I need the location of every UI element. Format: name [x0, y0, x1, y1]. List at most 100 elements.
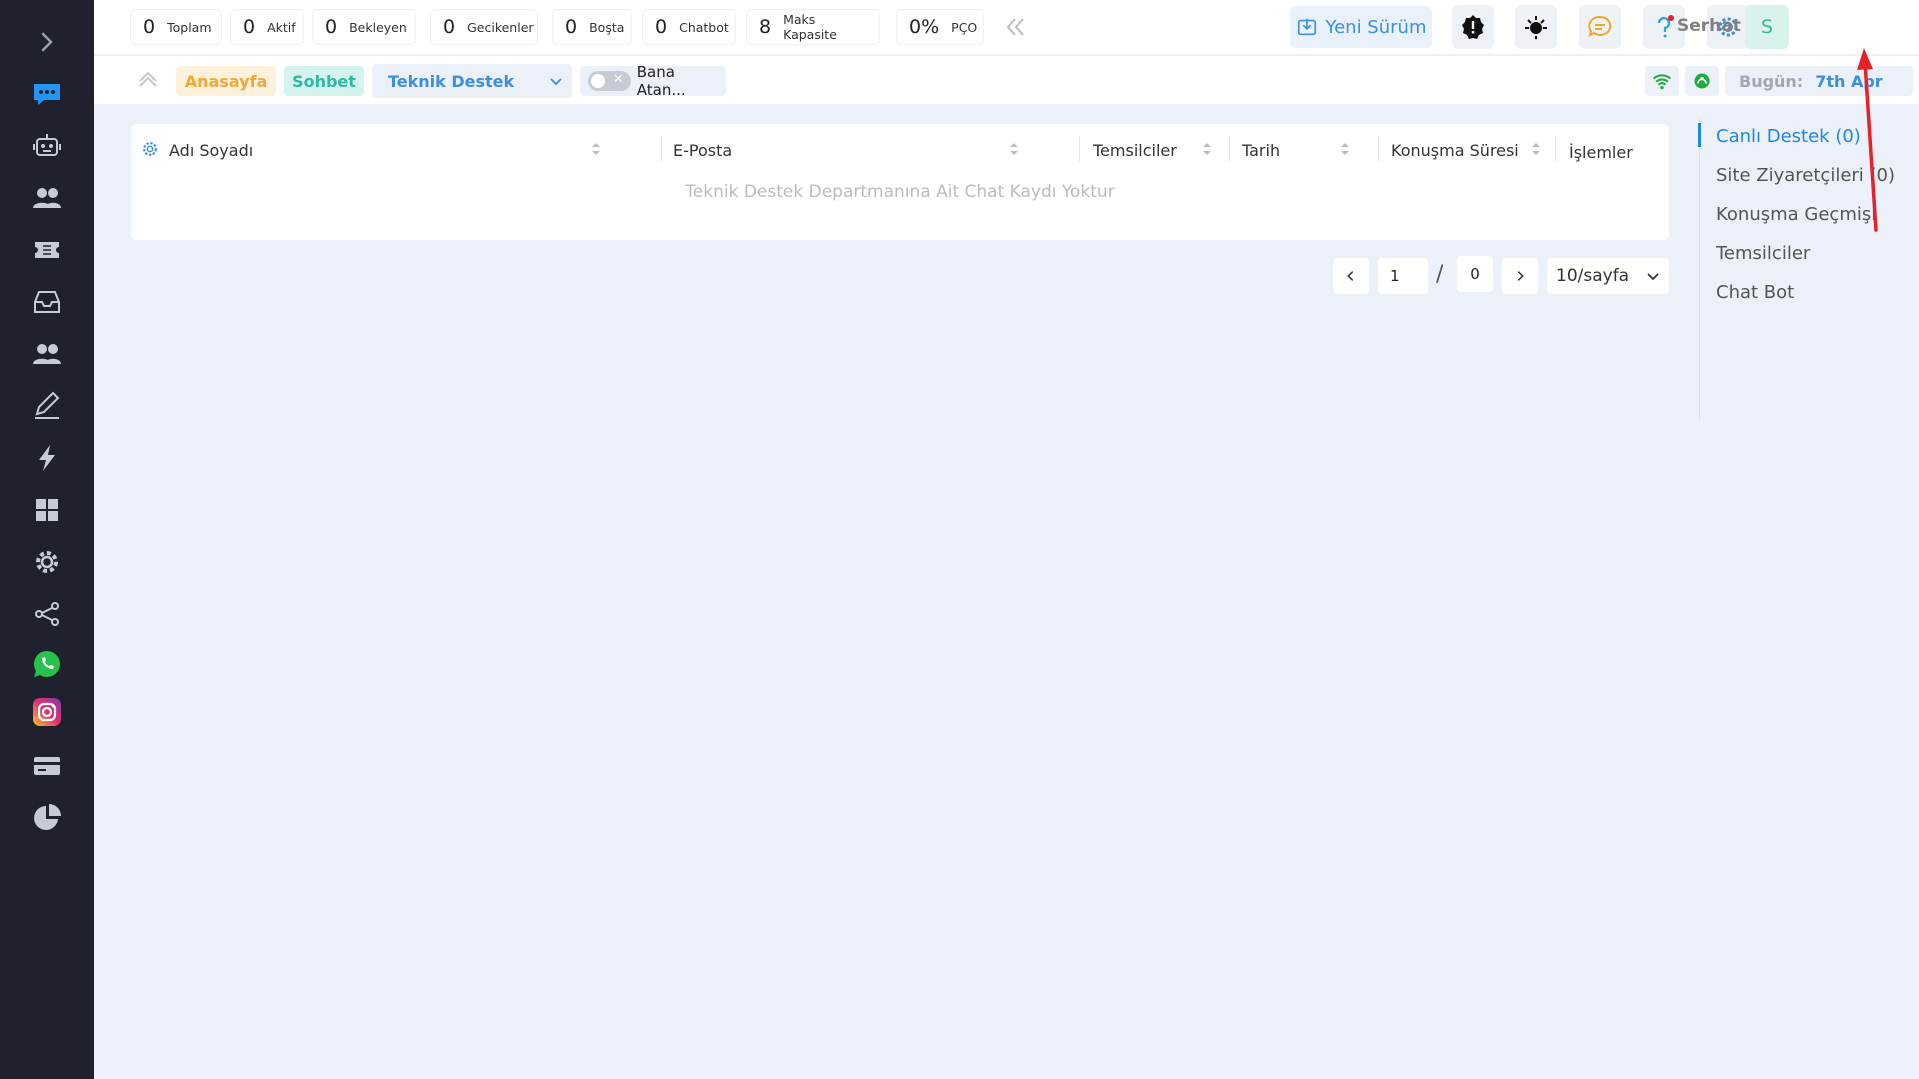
pie-chart-icon[interactable]	[0, 796, 94, 840]
sun-icon	[1525, 16, 1547, 39]
chat-bubble-icon[interactable]	[0, 72, 94, 116]
double-chevron-left-icon[interactable]	[1000, 12, 1030, 42]
column-header-actions: İşlemler	[1569, 142, 1633, 162]
lightning-icon[interactable]	[0, 436, 94, 480]
stat-delayed: 0 Gecikenler	[430, 9, 538, 45]
whatsapp-icon[interactable]	[0, 642, 94, 686]
avatar[interactable]: S	[1745, 5, 1789, 49]
column-divider	[1555, 136, 1556, 162]
sort-icon[interactable]	[1202, 140, 1212, 158]
chevron-left-icon	[1347, 271, 1354, 281]
chat-tag[interactable]: Sohbet	[284, 66, 364, 96]
stat-label: Gecikenler	[467, 19, 534, 35]
stat-label: Boşta	[589, 19, 625, 35]
stat-value: 0	[565, 16, 578, 38]
nav-chat-bot[interactable]: Chat Bot	[1716, 282, 1794, 303]
stat-active: 0 Aktif	[230, 9, 304, 45]
ticket-icon[interactable]	[0, 228, 94, 272]
chevron-down-icon	[1647, 273, 1659, 281]
prev-page-button[interactable]	[1333, 258, 1369, 294]
stat-label: Chatbot	[679, 19, 729, 35]
expand-icon[interactable]	[0, 20, 94, 64]
total-pages: 0	[1457, 256, 1493, 292]
status-online-icon	[1685, 66, 1719, 96]
download-icon	[1297, 18, 1316, 36]
stat-label: Maks Kapasite	[783, 12, 837, 42]
stat-value: 0	[243, 16, 256, 38]
team-icon[interactable]	[0, 332, 94, 376]
nav-live-support[interactable]: Canlı Destek (0)	[1716, 126, 1861, 147]
question-icon	[1657, 15, 1674, 38]
column-header-email[interactable]: E-Posta	[673, 136, 732, 164]
column-divider	[1079, 136, 1080, 162]
stat-idle: 0 Boşta	[552, 9, 632, 45]
settings-icon[interactable]	[0, 540, 94, 584]
nav-agents[interactable]: Temsilciler	[1716, 243, 1810, 264]
right-nav: Canlı Destek (0) Site Ziyaretçileri (0) …	[1698, 118, 1919, 420]
column-header-name[interactable]: Adı Soyadı	[169, 136, 253, 164]
table-settings-icon[interactable]	[141, 140, 159, 158]
home-tag[interactable]: Anasayfa	[176, 66, 276, 96]
sub-bar: Anasayfa Sohbet Teknik Destek ✕ Bana Ata…	[94, 56, 1919, 104]
today-box: Bugün: 7th Apr	[1725, 66, 1913, 96]
stat-max-capacity: 8 Maks Kapasite	[746, 9, 880, 45]
department-select[interactable]: Teknik Destek	[372, 64, 572, 98]
instagram-icon[interactable]	[0, 690, 94, 734]
nav-site-visitors[interactable]: Site Ziyaretçileri (0)	[1716, 165, 1895, 186]
new-version-button[interactable]: Yeni Sürüm	[1290, 6, 1432, 48]
column-header-agents[interactable]: Temsilciler	[1093, 136, 1177, 164]
users-icon[interactable]	[0, 176, 94, 220]
alert-button[interactable]	[1452, 5, 1494, 49]
next-page-button[interactable]	[1502, 258, 1538, 294]
assigned-label: Bana Atan...	[636, 63, 686, 99]
stat-value: 8	[759, 16, 772, 38]
messages-button[interactable]	[1579, 5, 1621, 49]
page-number-input[interactable]: 1	[1378, 258, 1428, 294]
chevron-down-icon	[550, 78, 562, 86]
message-icon	[1588, 15, 1612, 37]
stat-waiting: 0 Bekleyen	[312, 9, 416, 45]
new-version-label: Yeni Sürüm	[1325, 16, 1427, 38]
alert-icon	[1462, 15, 1484, 39]
left-sidebar	[0, 0, 94, 1079]
robot-icon[interactable]	[0, 124, 94, 168]
empty-table-message: Teknik Destek Departmanına Ait Chat Kayd…	[685, 182, 1115, 202]
user-name[interactable]: Serhat	[1677, 16, 1741, 36]
column-divider	[1378, 136, 1379, 162]
page-separator: /	[1436, 262, 1444, 287]
inbox-icon[interactable]	[0, 280, 94, 324]
wifi-icon	[1645, 66, 1679, 96]
chevron-up-icon[interactable]	[134, 64, 162, 92]
column-divider	[661, 136, 662, 162]
active-indicator	[1698, 123, 1701, 147]
card-icon[interactable]	[0, 744, 94, 788]
stat-value: 0	[143, 16, 156, 38]
page-size-value: 10/sayfa	[1556, 266, 1630, 286]
sort-icon[interactable]	[591, 140, 601, 158]
share-icon[interactable]	[0, 592, 94, 636]
column-header-date[interactable]: Tarih	[1242, 136, 1280, 164]
stat-pco: 0% PÇO	[896, 9, 984, 45]
dashboard-icon[interactable]	[0, 488, 94, 532]
sort-icon[interactable]	[1009, 140, 1019, 158]
pen-icon[interactable]	[0, 384, 94, 428]
chevron-right-icon	[1517, 271, 1524, 281]
today-label: Bugün:	[1739, 71, 1804, 91]
sort-icon[interactable]	[1340, 140, 1350, 158]
stat-label: Bekleyen	[349, 19, 407, 35]
stat-label: Aktif	[267, 19, 296, 35]
department-value: Teknik Destek	[388, 71, 515, 91]
today-value: 7th Apr	[1815, 71, 1883, 91]
sort-icon[interactable]	[1531, 140, 1541, 158]
stat-value: 0	[325, 16, 338, 38]
column-divider	[1229, 136, 1230, 162]
stat-value: 0%	[909, 16, 940, 38]
chat-table: Adı Soyadı E-Posta Temsilciler Tarih Kon…	[131, 124, 1669, 240]
nav-conversation-history[interactable]: Konuşma Geçmişi	[1716, 204, 1876, 225]
theme-toggle-button[interactable]	[1515, 5, 1557, 49]
stat-label: PÇO	[951, 19, 978, 35]
toggle-switch[interactable]: ✕	[588, 71, 631, 91]
column-header-duration[interactable]: Konuşma Süresi	[1391, 136, 1519, 164]
page-size-select[interactable]: 10/sayfa	[1547, 258, 1669, 294]
assigned-to-me-toggle[interactable]: ✕ Bana Atan...	[580, 63, 726, 99]
